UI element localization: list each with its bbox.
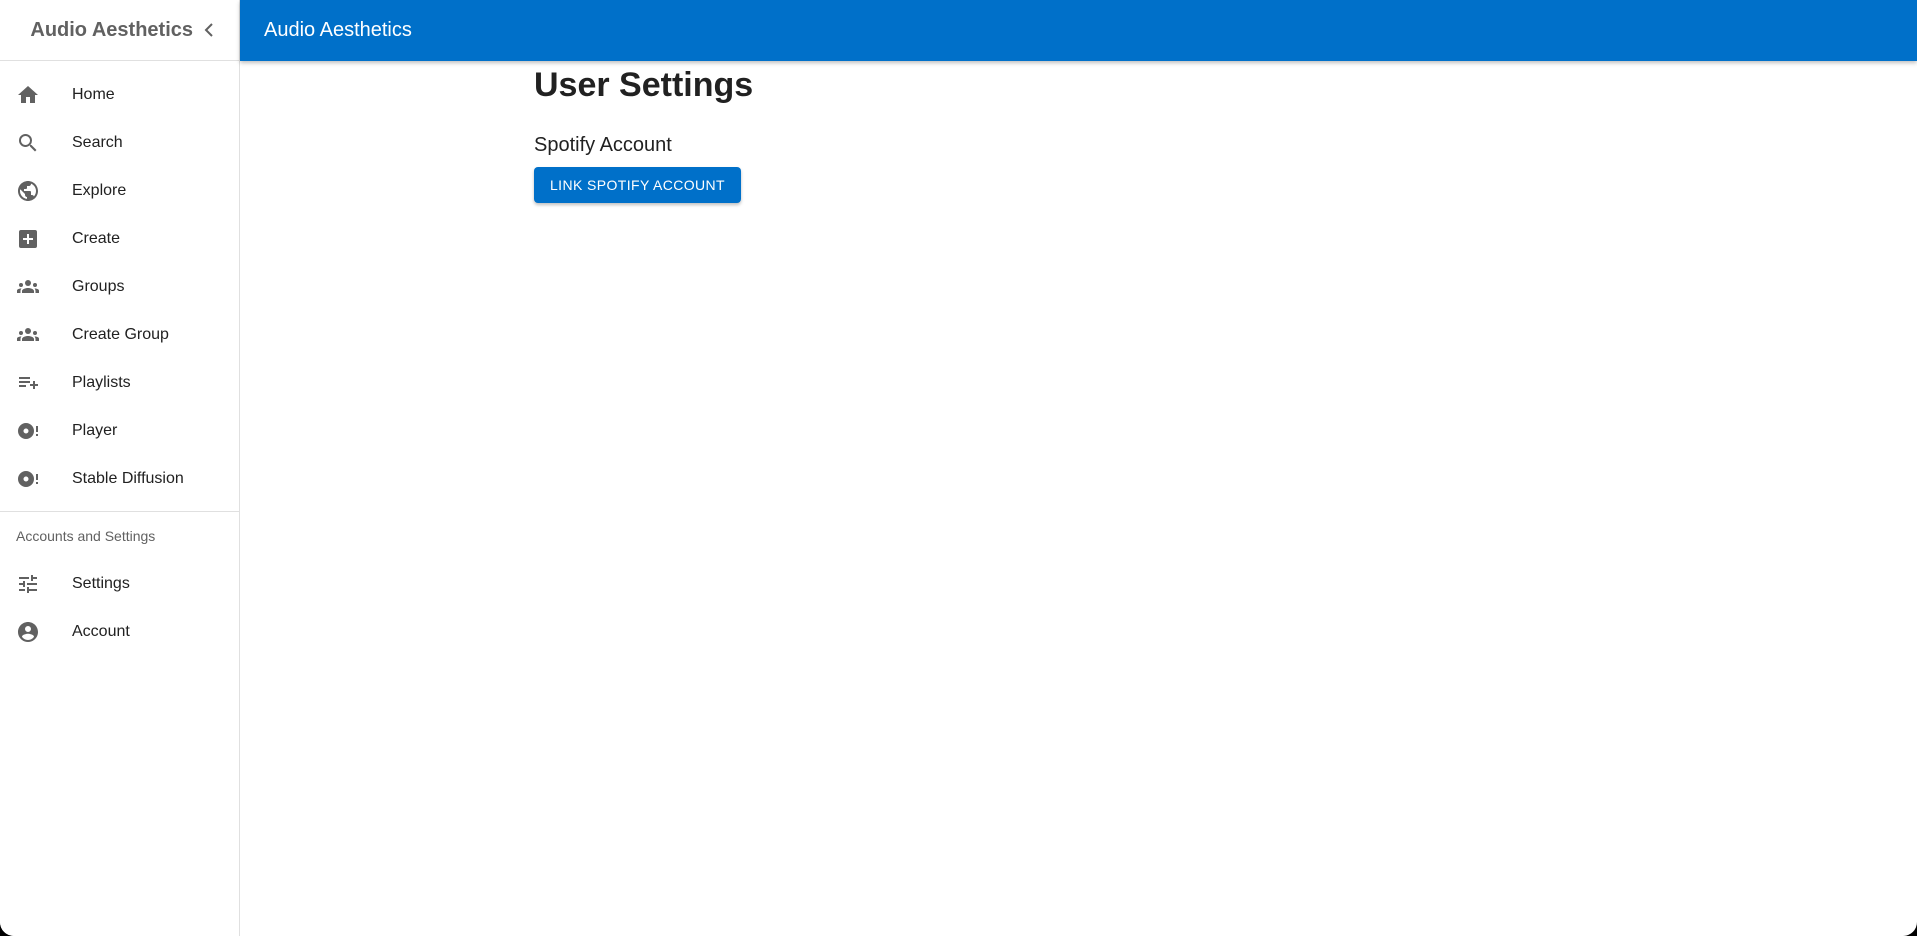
sidebar-item-label: Playlists	[72, 374, 131, 391]
sidebar-item-label: Stable Diffusion	[72, 470, 184, 487]
sidebar-item-search[interactable]: Search	[0, 119, 239, 167]
app-bar: Audio Aesthetics	[240, 0, 1917, 61]
search-icon	[16, 131, 40, 155]
sidebar-header: Audio Aesthetics	[0, 0, 239, 61]
link-spotify-account-button[interactable]: LINK SPOTIFY ACCOUNT	[534, 167, 741, 203]
album-icon	[16, 419, 40, 443]
add-box-icon	[16, 227, 40, 251]
sidebar-item-label: Create	[72, 230, 121, 247]
sidebar-item-label: Settings	[72, 575, 130, 592]
sidebar-item-player[interactable]: Player	[0, 407, 239, 455]
playlist-add-icon	[16, 371, 40, 395]
page-title: User Settings	[534, 66, 754, 104]
sidebar-item-label: Groups	[72, 278, 125, 295]
sidebar-item-label: Home	[72, 86, 115, 103]
globe-icon	[16, 179, 40, 203]
tune-icon	[16, 572, 40, 596]
sidebar-item-groups[interactable]: Groups	[0, 263, 239, 311]
chevron-left-icon[interactable]	[201, 22, 217, 38]
main-content: User Settings Spotify Account LINK SPOTI…	[534, 61, 753, 203]
sidebar-item-label: Create Group	[72, 326, 169, 343]
sidebar-item-home[interactable]: Home	[0, 71, 239, 119]
album-icon	[16, 467, 40, 491]
app-screen: Audio Aesthetics Home Search Explore Cre…	[0, 0, 1917, 936]
sidebar-section-label: Accounts and Settings	[16, 528, 156, 544]
sidebar-item-playlists[interactable]: Playlists	[0, 359, 239, 407]
sidebar-item-label: Search	[72, 134, 123, 151]
sidebar-item-account[interactable]: Account	[0, 608, 239, 656]
sidebar-item-label: Player	[72, 422, 118, 439]
groups-icon	[16, 275, 40, 299]
groups-icon	[16, 323, 40, 347]
sidebar-item-settings[interactable]: Settings	[0, 560, 239, 608]
spotify-section-title: Spotify Account	[534, 134, 672, 156]
sidebar: Audio Aesthetics Home Search Explore Cre…	[0, 0, 240, 936]
sidebar-nav: Home Search Explore Create Groups Create…	[0, 61, 239, 503]
sidebar-item-create-group[interactable]: Create Group	[0, 311, 239, 359]
sidebar-item-create[interactable]: Create	[0, 215, 239, 263]
sidebar-item-explore[interactable]: Explore	[0, 167, 239, 215]
sidebar-title: Audio Aesthetics	[30, 18, 193, 41]
home-icon	[16, 83, 40, 107]
sidebar-item-stable-diffusion[interactable]: Stable Diffusion	[0, 455, 239, 503]
account-circle-icon	[16, 620, 40, 644]
sidebar-item-label: Account	[72, 623, 130, 640]
sidebar-item-label: Explore	[72, 182, 127, 199]
app-bar-title: Audio Aesthetics	[264, 19, 412, 41]
